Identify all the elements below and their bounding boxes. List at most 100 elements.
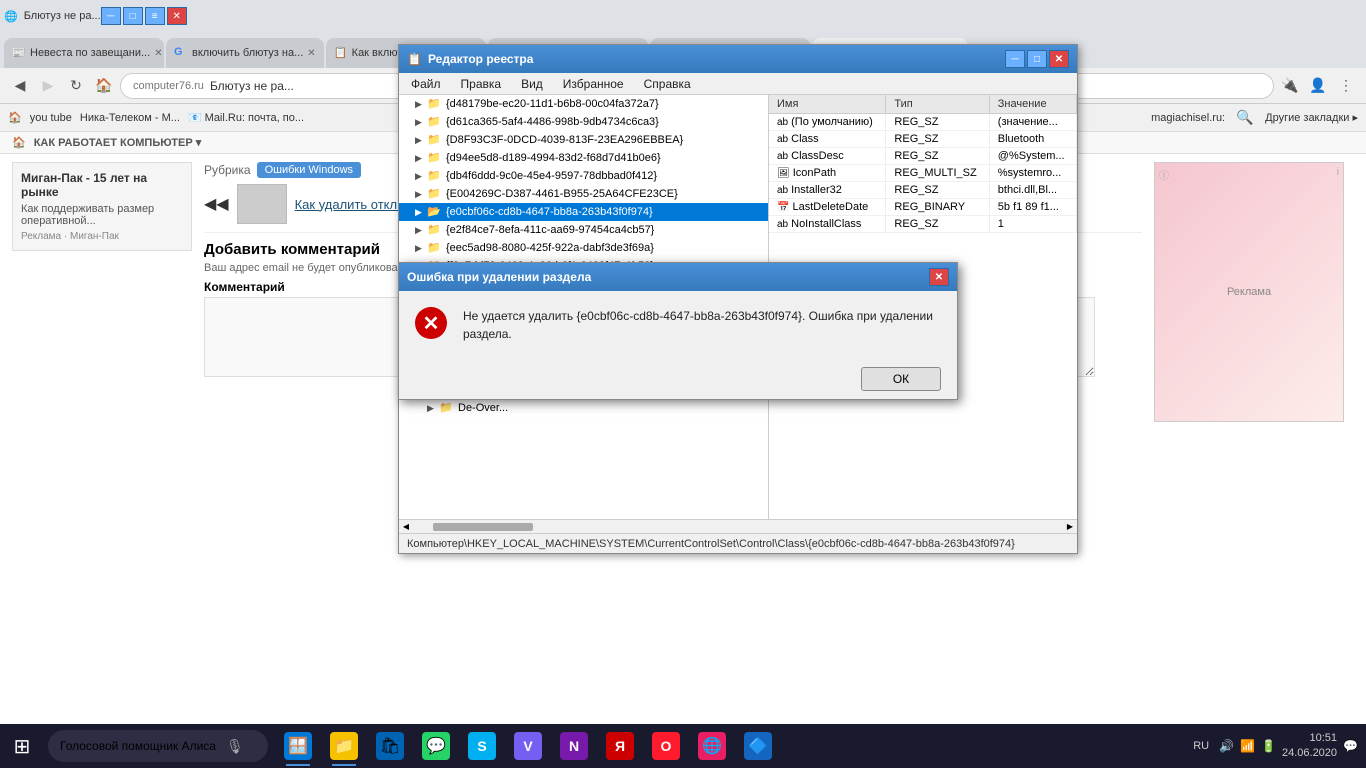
start-button[interactable]: ⊞ [0,724,44,768]
error-icon-container: ✕ [415,307,451,343]
menu-favorites[interactable]: Избранное [555,75,632,93]
forward-button[interactable]: ▶ [36,74,60,98]
page-title-in-bar: Блютуз не ра... [210,79,294,93]
tree-item-3[interactable]: ▶ 📁 {d94ee5d8-d189-4994-83d2-f68d7d41b0e… [399,149,768,167]
settings-button[interactable]: ⋮ [1334,74,1358,98]
error-close-button[interactable]: ✕ [929,268,949,286]
refresh-button[interactable]: ↻ [64,74,88,98]
menu-view[interactable]: Вид [513,75,551,93]
tree-item-7[interactable]: ▶ 📁 {e2f84ce7-8efa-411c-aa69-97454ca4cb5… [399,221,768,239]
tree-item-5[interactable]: ▶ 📁 {E004269C-D387-4461-B955-25A64CFE23C… [399,185,768,203]
tab2-close[interactable]: ✕ [307,48,315,59]
taskbar-app-opera[interactable]: O [644,724,688,768]
tree-item-2[interactable]: ▶ 📁 {D8F93C3F-0DCD-4039-813F-23EA296EBBE… [399,131,768,149]
taskbar-search[interactable]: Голосовой помощник Алиса 🎙 [48,730,268,762]
taskbar-app-skype[interactable]: S [460,724,504,768]
bookmark-others[interactable]: Другие закладки ▸ [1265,111,1358,124]
browser-titlebar: 🌐 Блютуз не ра... ─ □ ≡ ✕ [0,0,1366,32]
table-row[interactable]: 🖼IconPath REG_MULTI_SZ %systemro... [769,165,1077,182]
bookmark-nika[interactable]: Ника-Телеком - М... [80,112,180,124]
taskbar-app-whatsapp[interactable]: 💬 [414,724,458,768]
bookmark-mail[interactable]: 📧 Mail.Ru: почта, по... [188,111,304,124]
hscroll-track[interactable] [413,520,1063,533]
browser-maximize[interactable]: □ [123,7,143,25]
browser-minimize[interactable]: ─ [101,7,121,25]
taskbar-app-viber[interactable]: V [506,724,550,768]
search-button[interactable]: 🔍 [1233,106,1257,130]
titlebar-controls: ─ □ ✕ [1005,50,1069,68]
table-row[interactable]: abClassDesc REG_SZ @%System... [769,148,1077,165]
tree-item-6[interactable]: ▶ 📂 {e0cbf06c-cd8b-4647-bb8a-263b43f0f97… [399,203,768,221]
tree-label-5: {E004269C-D387-4461-B955-25A64CFE23CE} [446,188,678,200]
taskbar-app-store[interactable]: 🪟 [276,724,320,768]
profile-button[interactable]: 👤 [1306,74,1330,98]
bookmark-youtube[interactable]: you tube [30,112,72,124]
taskbar-app-onenote[interactable]: N [552,724,596,768]
browser-settings[interactable]: ≡ [145,7,165,25]
notification-icon[interactable]: 💬 [1343,739,1358,753]
volume-icon[interactable]: 🔊 [1219,739,1234,753]
bookmark-mail-label: Mail.Ru: почта, по... [205,112,304,124]
battery-icon[interactable]: 🔋 [1261,739,1276,753]
extensions-button[interactable]: 🔌 [1278,74,1302,98]
error-line1: Не удается удалить {e0cbf06c-cd8b-4647-b… [463,307,933,325]
row0-icon: ab [777,117,788,128]
microphone-icon[interactable]: 🎙 [226,738,244,755]
menu-edit[interactable]: Правка [453,75,510,93]
store-icon: 🪟 [284,732,312,760]
regedit-hscroll[interactable]: ◀ ▶ [399,519,1077,533]
tab-1[interactable]: 📰 Невеста по завещани... ✕ [4,38,164,68]
menu-help[interactable]: Справка [636,75,699,93]
taskbar: ⊞ Голосовой помощник Алиса 🎙 🪟 📁 🛍 💬 S V… [0,724,1366,768]
network-icon[interactable]: 📶 [1240,739,1255,753]
hscroll-right[interactable]: ▶ [1063,520,1077,533]
folder-icon-2: 📁 [427,133,443,147]
regedit-window-icon: 📋 [407,52,422,66]
regedit-minimize[interactable]: ─ [1005,50,1025,68]
tree-label-7: {e2f84ce7-8efa-411c-aa69-97454ca4cb57} [446,224,654,236]
tree-label-6: {e0cbf06c-cd8b-4647-bb8a-263b43f0f974} [446,206,653,218]
tree-item-1[interactable]: ▶ 📁 {d61ca365-5af4-4486-998b-9db4734c6ca… [399,113,768,131]
row3-name: IconPath [793,167,836,179]
table-row[interactable]: abClass REG_SZ Bluetooth [769,131,1077,148]
error-line2: раздела. [463,325,933,343]
table-row[interactable]: abInstaller32 REG_SZ bthci.dll,Bl... [769,182,1077,199]
bookmark-home[interactable]: 🏠 [8,111,22,124]
tag-windows-errors[interactable]: Ошибки Windows [257,162,361,178]
tab1-close[interactable]: ✕ [154,48,162,59]
taskbar-app-explorer[interactable]: 📁 [322,724,366,768]
row2-name: ClassDesc [791,150,844,162]
ok-button[interactable]: ОК [861,367,941,391]
back-button[interactable]: ◀ [8,74,32,98]
table-row[interactable]: 📅LastDeleteDate REG_BINARY 5b f1 89 f1..… [769,199,1077,216]
row4-icon: ab [777,185,788,196]
row4-value: bthci.dll,Bl... [989,182,1076,199]
menu-file[interactable]: Файл [403,75,449,93]
tree-arrow-6: ▶ [415,207,427,218]
language-indicator[interactable]: RU [1189,740,1213,752]
tree-bottom-6[interactable]: ▶ 📁 De-Over... [399,399,768,417]
taskbar-app-yandex[interactable]: Я [598,724,642,768]
tree-item-8[interactable]: ▶ 📁 {eec5ad98-8080-425f-922a-dabf3de3f69… [399,239,768,257]
bookmark-magia[interactable]: magiachisel.ru: [1151,112,1225,124]
taskbar-app-msstore[interactable]: 🛍 [368,724,412,768]
hscroll-left[interactable]: ◀ [399,520,413,533]
regedit-maximize[interactable]: □ [1027,50,1047,68]
row5-type: REG_BINARY [886,199,989,216]
hscroll-thumb[interactable] [433,523,533,531]
home-button[interactable]: 🏠 [92,74,116,98]
row6-type: REG_SZ [886,216,989,233]
browser-close[interactable]: ✕ [167,7,187,25]
bookmark-nika-label: Ника-Телеком - М... [80,112,180,124]
tree-item-0[interactable]: ▶ 📁 {d48179be-ec20-11d1-b6b8-00c04fa372a… [399,95,768,113]
table-row[interactable]: ab(По умолчанию) REG_SZ (значение... [769,114,1077,131]
taskbar-app-globe[interactable]: 🌐 [690,724,734,768]
breadcrumb[interactable]: КАК РАБОТАЕТ КОМПЬЮТЕР ▾ [34,136,202,149]
regedit-close[interactable]: ✕ [1049,50,1069,68]
bookmark-mail-icon: 📧 [188,111,202,124]
tree-item-4[interactable]: ▶ 📁 {db4f6ddd-9c0e-45e4-9597-78dbbad0f41… [399,167,768,185]
taskbar-app-bluetooth[interactable]: 🔷 [736,724,780,768]
table-row[interactable]: abNoInstallClass REG_SZ 1 [769,216,1077,233]
tab-2[interactable]: G включить блютуз на... ✕ [166,38,324,68]
taskbar-clock[interactable]: 10:51 24.06.2020 [1282,731,1337,762]
